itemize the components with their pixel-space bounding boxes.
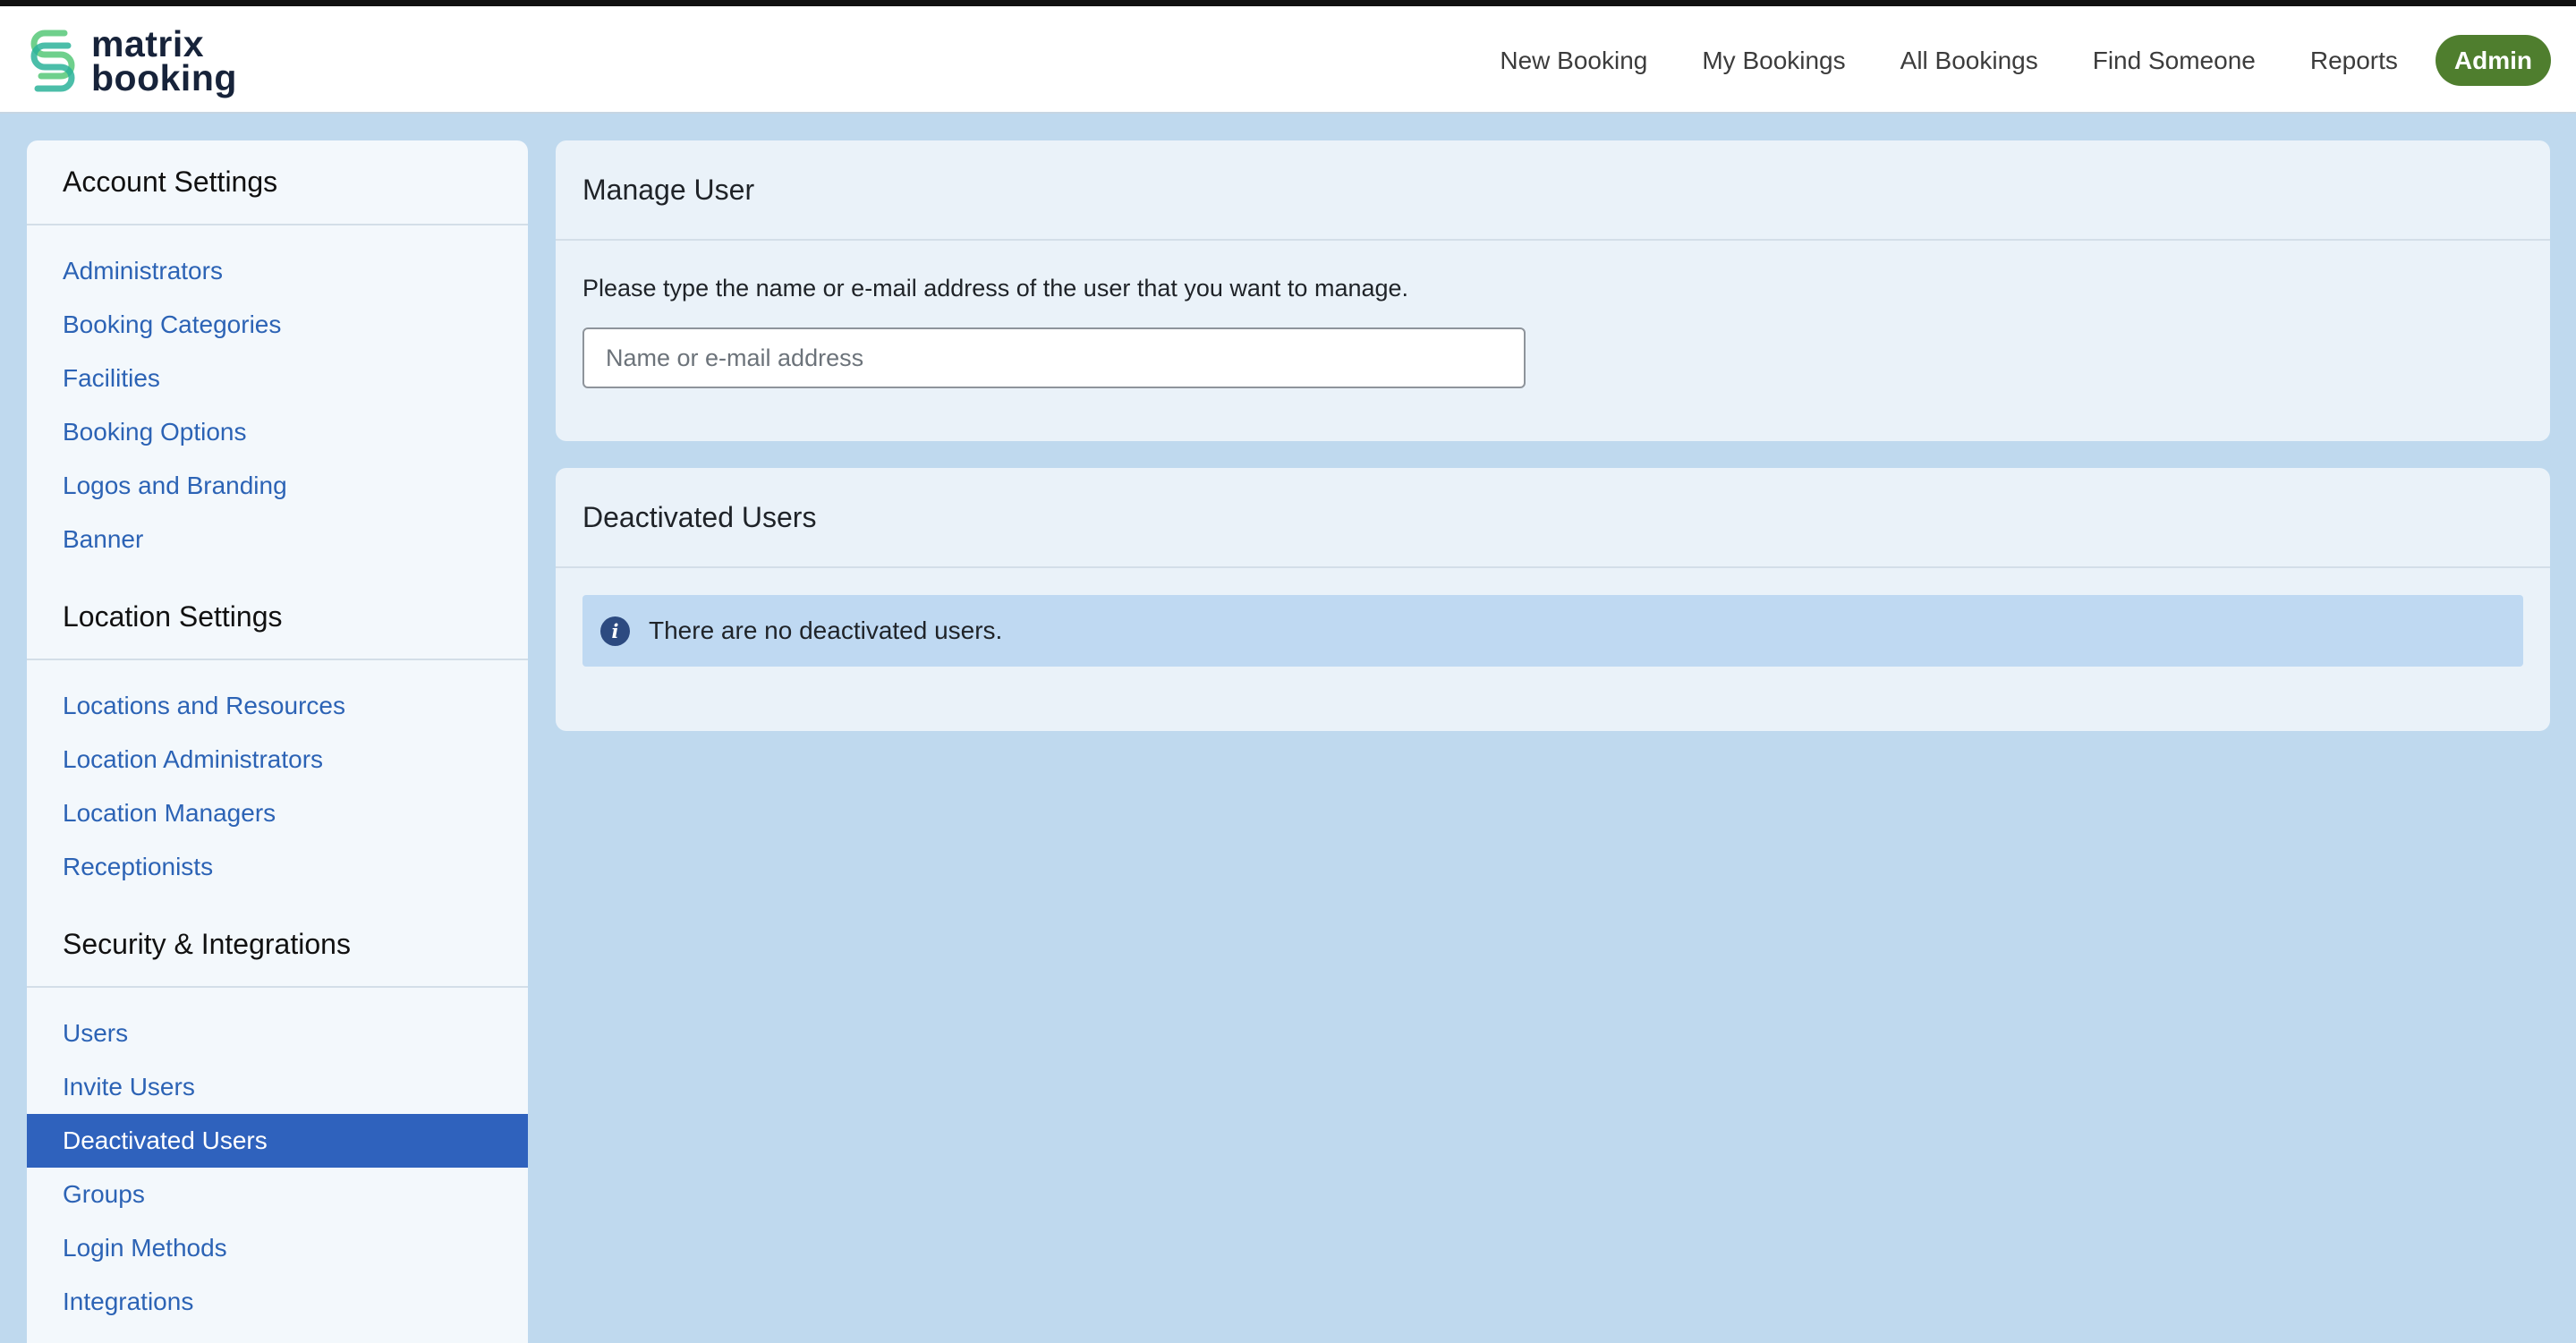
section-heading-location-settings: Location Settings	[27, 575, 528, 660]
section-heading-account-settings: Account Settings	[27, 140, 528, 225]
top-header: matrix booking New Booking My Bookings A…	[0, 6, 2576, 114]
alert-message: There are no deactivated users.	[649, 616, 1003, 644]
manage-user-body: Please type the name or e-mail address o…	[556, 241, 2550, 415]
account-settings-list: Administrators Booking Categories Facili…	[27, 225, 528, 575]
manage-user-instruction: Please type the name or e-mail address o…	[582, 275, 1409, 302]
manage-user-panel: Manage User Please type the name or e-ma…	[556, 140, 2550, 441]
nav-admin-button[interactable]: Admin	[2435, 35, 2551, 86]
sidebar-item-users[interactable]: Users	[27, 1007, 528, 1060]
sidebar-item-integrations[interactable]: Integrations	[27, 1275, 528, 1329]
sidebar-item-banner[interactable]: Banner	[27, 513, 528, 566]
nav-all-bookings[interactable]: All Bookings	[1900, 47, 2038, 75]
sidebar-item-location-managers[interactable]: Location Managers	[27, 786, 528, 840]
admin-sidebar: Account Settings Administrators Booking …	[27, 140, 528, 1343]
matrix-booking-logo-icon	[30, 30, 75, 92]
sidebar-item-deactivated-users[interactable]: Deactivated Users	[27, 1114, 528, 1168]
user-search-input[interactable]	[582, 327, 1526, 388]
sidebar-item-groups[interactable]: Groups	[27, 1168, 528, 1221]
info-icon: i	[600, 616, 630, 646]
deactivated-users-title: Deactivated Users	[556, 468, 2550, 568]
brand-line2: booking	[91, 57, 237, 98]
deactivated-users-panel: Deactivated Users i There are no deactiv…	[556, 468, 2550, 731]
sidebar-item-logos-and-branding[interactable]: Logos and Branding	[27, 459, 528, 513]
brand-line1: matrix	[91, 23, 205, 64]
window-top-strip	[0, 0, 2576, 6]
nav-my-bookings[interactable]: My Bookings	[1702, 47, 1845, 75]
sidebar-item-location-administrators[interactable]: Location Administrators	[27, 733, 528, 786]
sidebar-item-receptionists[interactable]: Receptionists	[27, 840, 528, 894]
sidebar-item-administrators[interactable]: Administrators	[27, 244, 528, 298]
manage-user-title: Manage User	[556, 140, 2550, 241]
sidebar-item-invite-users[interactable]: Invite Users	[27, 1060, 528, 1114]
sidebar-item-booking-categories[interactable]: Booking Categories	[27, 298, 528, 352]
location-settings-list: Locations and Resources Location Adminis…	[27, 660, 528, 903]
sidebar-item-locations-and-resources[interactable]: Locations and Resources	[27, 679, 528, 733]
nav-new-booking[interactable]: New Booking	[1500, 47, 1647, 75]
sidebar-item-facilities[interactable]: Facilities	[27, 352, 528, 405]
sidebar-item-booking-options[interactable]: Booking Options	[27, 405, 528, 459]
deactivated-users-body: i There are no deactivated users.	[556, 568, 2550, 693]
nav-reports[interactable]: Reports	[2310, 47, 2398, 75]
no-deactivated-users-alert: i There are no deactivated users.	[582, 595, 2523, 667]
section-heading-security-integrations: Security & Integrations	[27, 903, 528, 988]
security-integrations-list: Users Invite Users Deactivated Users Gro…	[27, 988, 528, 1338]
main-nav: New Booking My Bookings All Bookings Fin…	[1445, 35, 2551, 86]
sidebar-item-login-methods[interactable]: Login Methods	[27, 1221, 528, 1275]
brand-logo[interactable]: matrix booking	[25, 22, 237, 99]
nav-find-someone[interactable]: Find Someone	[2093, 47, 2256, 75]
brand-wordmark: matrix booking	[91, 23, 237, 98]
